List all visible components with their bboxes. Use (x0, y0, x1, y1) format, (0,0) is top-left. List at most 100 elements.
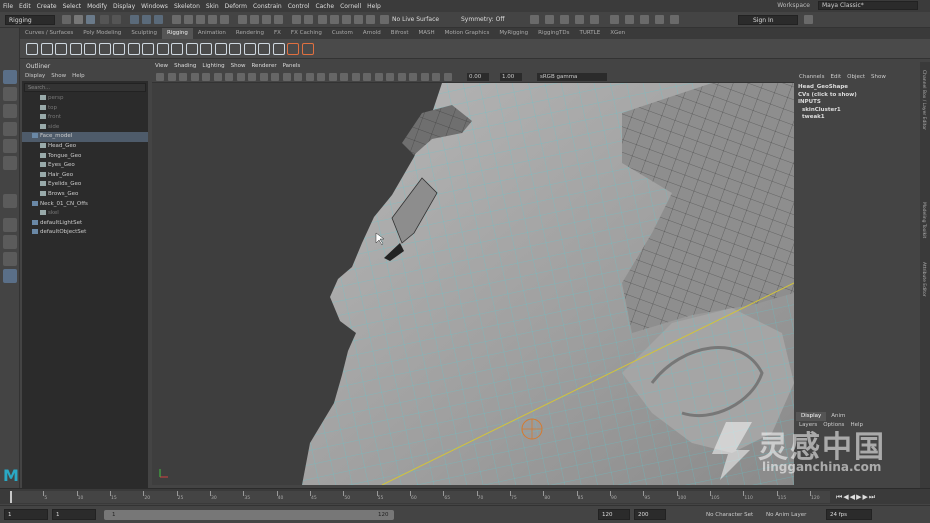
tool-settings-icon[interactable] (640, 15, 649, 24)
shelf-tab[interactable]: FX (269, 28, 286, 39)
shelf-tool-icon[interactable] (26, 43, 38, 55)
end-time-field[interactable]: 200 (634, 509, 666, 520)
playback-controls[interactable]: ⏮◀◀▶▶⏭ (836, 493, 876, 502)
four-view-icon[interactable] (560, 15, 569, 24)
start-time-field[interactable]: 1 (4, 509, 48, 520)
shelf-tool-icon[interactable] (229, 43, 241, 55)
viewport-menu-item[interactable]: Lighting (199, 62, 227, 71)
select-hierarchy-icon[interactable] (130, 15, 139, 24)
viewport-menu-item[interactable]: Show (228, 62, 249, 71)
shelf-tool-icon[interactable] (84, 43, 96, 55)
shelf-tool-icon[interactable] (287, 43, 299, 55)
paint-select-tool-icon[interactable] (3, 104, 17, 118)
range-end-field[interactable]: 120 (598, 509, 630, 520)
viewport-menu-item[interactable]: Panels (280, 62, 304, 71)
panel-layout-icon[interactable] (530, 15, 539, 24)
attribute-editor-icon[interactable] (625, 15, 634, 24)
shelf-tool-icon[interactable] (40, 43, 53, 55)
shelf-tab[interactable]: Rendering (231, 28, 269, 39)
rotate-tool-icon[interactable] (3, 139, 17, 153)
viewport-tool-icon[interactable] (271, 73, 279, 81)
outliner-item[interactable]: skel (22, 209, 148, 219)
character-set-select[interactable]: No Character Set (706, 512, 753, 518)
viewport-tool-icon[interactable] (351, 73, 360, 81)
viewport-tool-icon[interactable] (225, 73, 233, 81)
input-node[interactable]: tweak1 (798, 114, 857, 122)
outliner-item[interactable]: defaultObjectSet (22, 228, 148, 238)
shelf-tool-icon[interactable] (214, 43, 227, 55)
viewport-tool-icon[interactable] (190, 73, 199, 81)
outliner-layout-icon[interactable] (575, 15, 584, 24)
outliner-item[interactable]: Brows_Geo (22, 190, 148, 200)
channel-box-menu-item[interactable]: Edit (827, 72, 844, 82)
viewport-tool-icon[interactable] (248, 73, 256, 81)
shelf-tab[interactable]: FX Caching (286, 28, 327, 39)
shelf-tool-icon[interactable] (200, 43, 212, 55)
selection-mask-icon[interactable] (172, 15, 181, 24)
viewport-tool-icon[interactable] (213, 73, 222, 81)
range-bar[interactable] (104, 510, 394, 520)
lasso-tool-icon[interactable] (3, 87, 17, 101)
user-icon[interactable] (804, 15, 813, 24)
viewport-tool-icon[interactable] (156, 73, 164, 81)
modeling-toolkit-icon[interactable] (610, 15, 619, 24)
outliner-item[interactable]: side (22, 123, 148, 133)
construction-history-icon[interactable] (304, 15, 313, 24)
menu-create[interactable]: Create (34, 3, 60, 10)
viewport-tool-icon[interactable] (432, 73, 440, 81)
perspective-viewport[interactable] (152, 83, 794, 485)
viewport-tool-icon[interactable] (363, 73, 371, 81)
color-space-select[interactable]: sRGB gamma (537, 73, 607, 81)
viewport-tool-icon[interactable] (397, 73, 406, 81)
snap-grid-icon[interactable] (238, 15, 247, 24)
shelf-tab[interactable]: Arnold (358, 28, 386, 39)
persp-outliner-icon[interactable] (3, 235, 17, 249)
save-scene-icon[interactable] (86, 15, 95, 24)
workspace-select[interactable]: Maya Classic* (818, 1, 918, 10)
ipr-render-icon[interactable] (330, 15, 339, 24)
outliner-item[interactable]: Eyes_Geo (22, 161, 148, 171)
outliner-item[interactable]: Face_model (22, 132, 148, 142)
menu-file[interactable]: File (0, 3, 16, 10)
hypershade-icon[interactable] (354, 15, 363, 24)
snap-curve-icon[interactable] (250, 15, 259, 24)
snap-plane-icon[interactable] (274, 15, 283, 24)
side-tab-attribute-editor[interactable]: Attribute Editor (921, 262, 926, 297)
viewport-tool-icon[interactable] (167, 73, 176, 81)
menu-display[interactable]: Display (110, 3, 138, 10)
shelf-tool-icon[interactable] (156, 43, 169, 55)
render-view-icon[interactable] (366, 15, 375, 24)
outliner-item[interactable]: top (22, 104, 148, 114)
viewport-tool-icon[interactable] (259, 73, 268, 81)
channel-box-menu-item[interactable]: Show (868, 72, 889, 82)
side-tab-channel-box[interactable]: Channel Box / Layer Editor (921, 70, 926, 130)
shelf-tab[interactable]: Custom (327, 28, 358, 39)
shelf-tab[interactable]: XGen (605, 28, 630, 39)
outliner-toggle-icon[interactable] (3, 269, 17, 283)
select-component-icon[interactable] (154, 15, 163, 24)
channel-box-menu-item[interactable]: Object (844, 72, 868, 82)
menu-edit[interactable]: Edit (16, 3, 34, 10)
viewport-tool-icon[interactable] (340, 73, 348, 81)
menu-control[interactable]: Control (285, 3, 313, 10)
viewport-menu-item[interactable]: Shading (171, 62, 199, 71)
time-slider[interactable]: 5 10 15 20 25 30 35 40 45 50 55 60 65 70 75 80 85 90 95 100… (0, 488, 930, 504)
shelf-tool-icon[interactable] (243, 43, 256, 55)
shelf-tool-icon[interactable] (185, 43, 198, 55)
shape-node-label[interactable]: Head_GeoShape (798, 84, 857, 92)
menu-cornell[interactable]: Cornell (337, 3, 364, 10)
scale-tool-icon[interactable] (3, 156, 17, 170)
shelf-tab[interactable]: Rigging (162, 28, 193, 39)
render-icon[interactable] (318, 15, 327, 24)
viewport-tool-icon[interactable] (282, 73, 291, 81)
redo-icon[interactable] (112, 15, 121, 24)
current-time-marker[interactable] (10, 491, 12, 503)
symmetry-label[interactable]: Symmetry: Off (461, 16, 504, 23)
open-scene-icon[interactable] (74, 15, 83, 24)
history-icon[interactable] (292, 15, 301, 24)
input-node[interactable]: skinCluster1 (798, 107, 857, 115)
uv-mask-icon[interactable] (220, 15, 229, 24)
outliner-menu-item[interactable]: Show (48, 71, 69, 81)
menu-help[interactable]: Help (364, 3, 384, 10)
viewport-tool-icon[interactable] (236, 73, 245, 81)
